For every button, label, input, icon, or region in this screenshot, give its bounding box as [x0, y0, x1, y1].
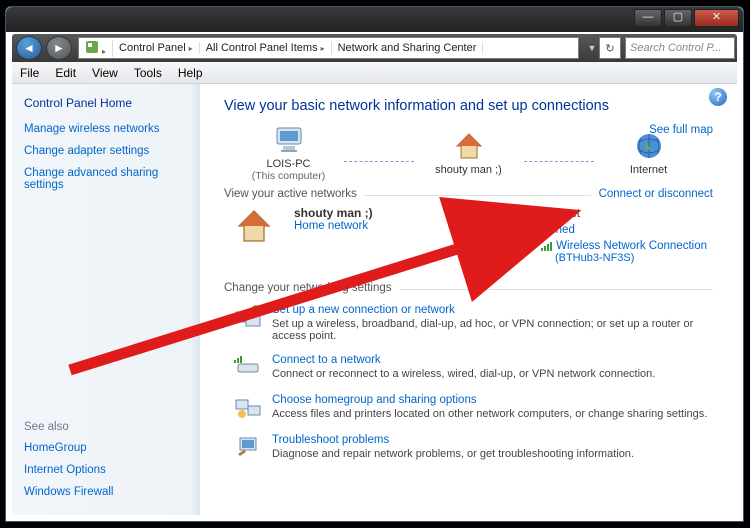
- node-router[interactable]: shouty man ;): [414, 130, 524, 176]
- back-button[interactable]: ◄: [16, 36, 42, 60]
- task-link[interactable]: Set up a new connection or network: [272, 304, 455, 316]
- globe-icon: [633, 130, 665, 162]
- task-desc: Diagnose and repair network problems, or…: [272, 448, 634, 460]
- access-type-value: Internet: [537, 208, 711, 222]
- menu-edit[interactable]: Edit: [47, 66, 84, 80]
- menu-view[interactable]: View: [84, 66, 126, 80]
- task-troubleshoot: Troubleshoot problems Diagnose and repai…: [234, 434, 713, 462]
- network-map: LOIS-PC (This computer) shouty man ;) In…: [224, 124, 713, 182]
- task-link[interactable]: Choose homegroup and sharing options: [272, 394, 477, 406]
- refresh-button[interactable]: ↻: [599, 37, 621, 59]
- address-bar: ◄ ► ▸ Control Panel▸ All Control Panel I…: [12, 34, 737, 62]
- main-pane: ? View your basic network information an…: [200, 84, 737, 515]
- node-label: shouty man ;): [414, 164, 524, 176]
- title-bar[interactable]: — ▢ ✕: [6, 7, 743, 32]
- node-this-pc[interactable]: LOIS-PC (This computer): [234, 124, 344, 182]
- node-label: LOIS-PC: [234, 158, 344, 170]
- task-link[interactable]: Troubleshoot problems: [272, 434, 389, 446]
- breadcrumb-item[interactable]: All Control Panel Items▸: [200, 42, 332, 54]
- connect-disconnect-link[interactable]: Connect or disconnect: [599, 188, 713, 200]
- breadcrumb[interactable]: ▸ Control Panel▸ All Control Panel Items…: [78, 37, 579, 59]
- control-panel-window: — ▢ ✕ ◄ ► ▸ Control Panel▸ All Control P…: [5, 6, 744, 522]
- connect-network-icon: [234, 354, 262, 382]
- sidebar: Control Panel Home Manage wireless netwo…: [12, 84, 200, 515]
- forward-button[interactable]: ►: [46, 36, 72, 60]
- new-connection-icon: +: [234, 304, 262, 332]
- task-link[interactable]: Connect to a network: [272, 354, 381, 366]
- menu-bar: File Edit View Tools Help: [12, 62, 737, 84]
- seealso-firewall[interactable]: Windows Firewall: [24, 486, 187, 498]
- history-dropdown[interactable]: ▼: [585, 43, 599, 53]
- maximize-button[interactable]: ▢: [664, 9, 692, 27]
- sidebar-link-sharing[interactable]: Change advanced sharing settings: [24, 167, 187, 191]
- task-connect-network: Connect to a network Connect or reconnec…: [234, 354, 713, 382]
- breadcrumb-item[interactable]: Network and Sharing Center: [332, 42, 484, 54]
- connection-line: [344, 161, 414, 162]
- menu-help[interactable]: Help: [170, 66, 211, 80]
- menu-file[interactable]: File: [12, 66, 47, 80]
- house-icon: [234, 206, 274, 246]
- homegroup-icon: [234, 394, 262, 422]
- node-sublabel: (This computer): [234, 170, 344, 182]
- connection-link[interactable]: Wireless Network Connection: [556, 240, 707, 252]
- connection-ssid: (BTHub3-NF3S): [555, 252, 634, 264]
- connection-properties: Access type: Internet HomeGroup: Joined …: [458, 206, 713, 268]
- connection-line: [524, 161, 594, 162]
- page-title: View your basic network information and …: [224, 98, 713, 114]
- computer-icon: [273, 124, 305, 156]
- svg-text:+: +: [254, 306, 259, 315]
- sidebar-home-link[interactable]: Control Panel Home: [24, 96, 187, 110]
- search-input[interactable]: Search Control P...: [625, 37, 735, 59]
- close-button[interactable]: ✕: [694, 9, 739, 27]
- task-desc: Access files and printers located on oth…: [272, 408, 707, 420]
- seealso-homegroup[interactable]: HomeGroup: [24, 442, 187, 454]
- change-settings-label: Change your networking settings: [224, 282, 392, 294]
- task-desc: Connect or reconnect to a wireless, wire…: [272, 368, 655, 380]
- house-icon: [453, 130, 485, 162]
- homegroup-label: HomeGroup:: [460, 224, 535, 238]
- help-button[interactable]: ?: [709, 88, 727, 106]
- sidebar-link-adapter[interactable]: Change adapter settings: [24, 145, 187, 157]
- homegroup-link[interactable]: Joined: [541, 224, 575, 236]
- seealso-internet[interactable]: Internet Options: [24, 464, 187, 476]
- task-homegroup-sharing: Choose homegroup and sharing options Acc…: [234, 394, 713, 422]
- sidebar-link-wireless[interactable]: Manage wireless networks: [24, 123, 187, 135]
- access-type-label: Access type:: [460, 208, 535, 222]
- task-desc: Set up a wireless, broadband, dial-up, a…: [272, 318, 713, 342]
- node-internet[interactable]: Internet: [594, 130, 704, 176]
- network-name: shouty man ;): [294, 206, 373, 220]
- active-network: shouty man ;) Home network Access type: …: [234, 206, 713, 268]
- active-networks-label: View your active networks: [224, 188, 357, 200]
- menu-tools[interactable]: Tools: [126, 66, 170, 80]
- node-label: Internet: [594, 164, 704, 176]
- control-panel-icon: [85, 40, 99, 54]
- troubleshoot-icon: [234, 434, 262, 462]
- network-type-link[interactable]: Home network: [294, 220, 368, 232]
- minimize-button[interactable]: —: [634, 9, 662, 27]
- connections-label: Connections:: [460, 240, 535, 266]
- breadcrumb-item[interactable]: Control Panel▸: [113, 42, 200, 54]
- see-also-heading: See also: [24, 421, 187, 433]
- signal-icon: [541, 241, 553, 251]
- task-setup-connection: + Set up a new connection or network Set…: [234, 304, 713, 342]
